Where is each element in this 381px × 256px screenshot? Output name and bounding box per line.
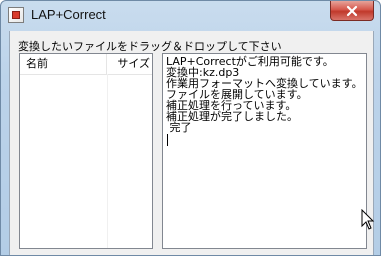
column-header-name[interactable]: 名前 xyxy=(20,54,107,74)
arrow-cursor-icon xyxy=(361,209,375,230)
list-header: 名前 サイズ xyxy=(20,54,152,75)
close-button[interactable] xyxy=(330,1,374,21)
app-window: LAP+Correct 変換したいファイルをドラッグ＆ドロップして下さい 名前 … xyxy=(0,0,381,256)
title-bar[interactable]: LAP+Correct xyxy=(1,1,380,31)
close-icon xyxy=(346,5,358,16)
log-line: 完了 xyxy=(166,121,192,134)
log-textarea[interactable]: LAP+Correctがご利用可能です。 変換中:kz.dp3 作業用フォーマッ… xyxy=(162,53,367,249)
column-header-size[interactable]: サイズ xyxy=(107,54,154,74)
instruction-label: 変換したいファイルをドラッグ＆ドロップして下さい xyxy=(18,40,282,53)
client-area: 変換したいファイルをドラッグ＆ドロップして下さい 名前 サイズ LAP+Corr… xyxy=(9,31,374,255)
app-icon xyxy=(8,7,24,23)
text-caret xyxy=(167,134,168,146)
window-title: LAP+Correct xyxy=(31,7,106,22)
log-line: 補正処理が完了しました。 xyxy=(166,110,298,123)
file-list[interactable]: 名前 サイズ xyxy=(19,53,153,249)
column-divider xyxy=(107,74,108,248)
